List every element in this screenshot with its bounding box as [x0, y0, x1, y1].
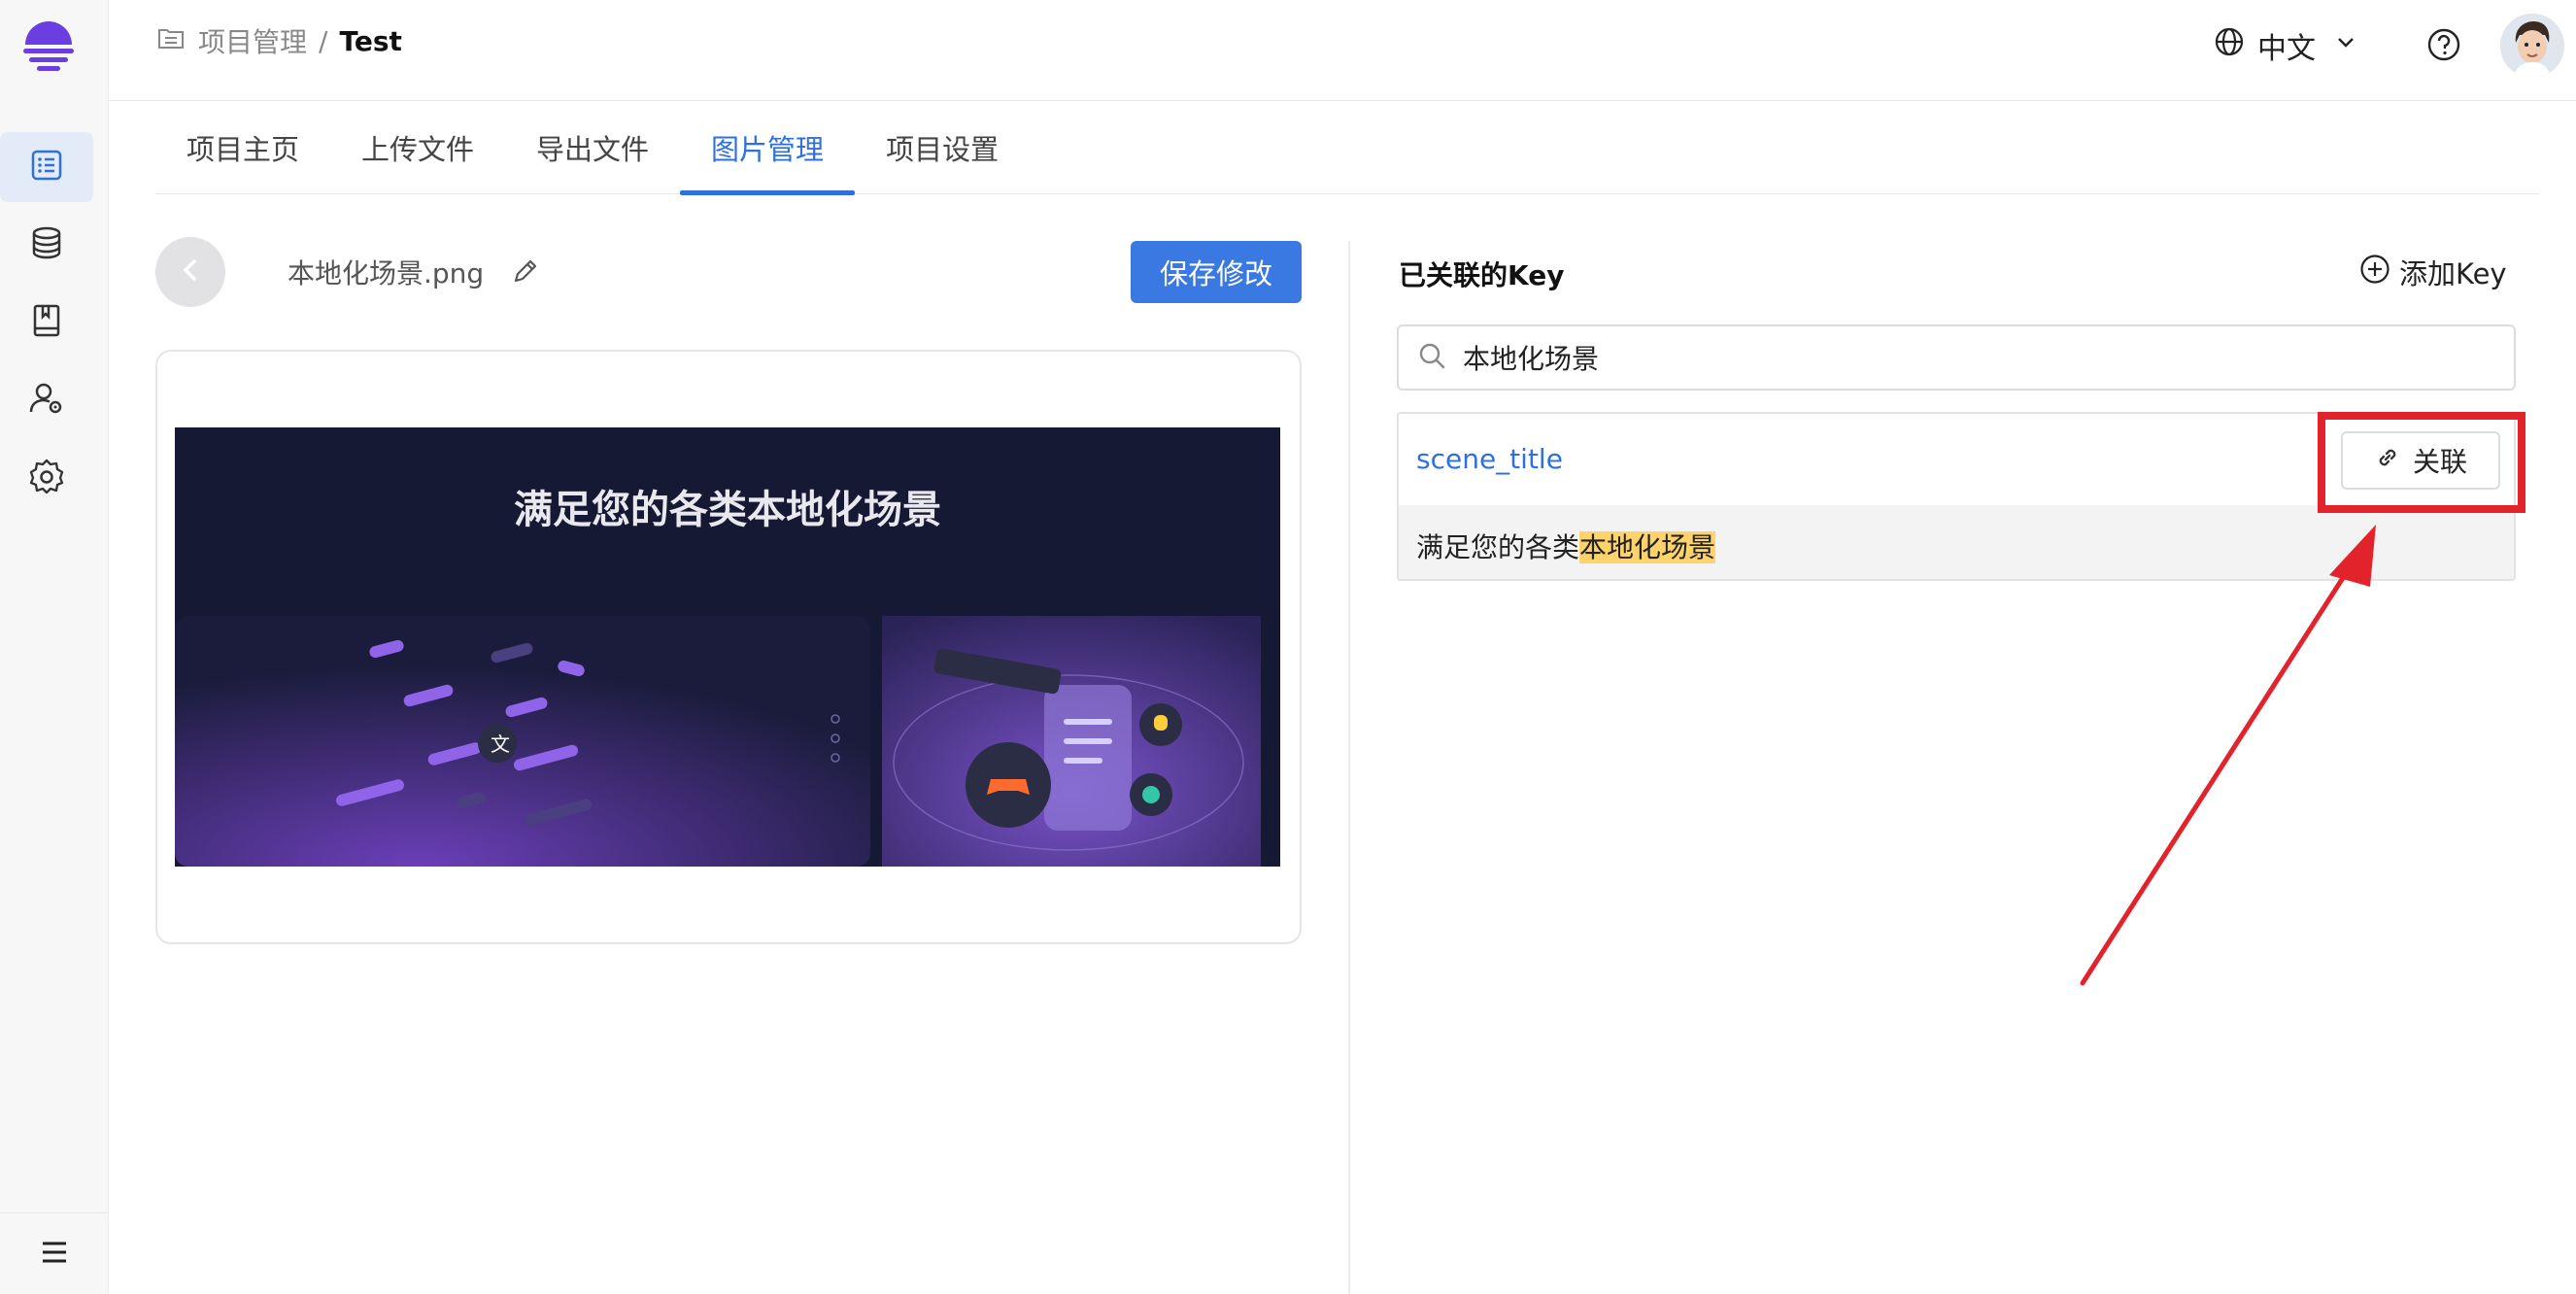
key-search-box[interactable] [1397, 324, 2516, 391]
sidebar-item-members[interactable] [0, 365, 93, 435]
sidebar-menu-toggle[interactable] [0, 1212, 109, 1294]
globe-icon [2213, 25, 2246, 66]
linked-keys-title: 已关联的Key [1399, 259, 1565, 291]
add-key-button[interactable]: 添加Key [2358, 253, 2507, 291]
key-search-input[interactable] [1463, 341, 2434, 374]
tab-bar: 项目主页 上传文件 导出文件 图片管理 项目设置 [155, 101, 2539, 195]
help-icon[interactable] [2424, 25, 2463, 64]
image-preview: 文 满足您的各类本地化场景 [175, 427, 1280, 867]
tab-project-home[interactable]: 项目主页 [155, 101, 330, 194]
image-file-name: 本地化场景.png [288, 257, 485, 289]
app-logo[interactable] [19, 17, 78, 76]
book-icon [27, 301, 66, 344]
panel-divider [1348, 241, 1350, 1294]
database-icon [27, 223, 66, 266]
sidebar-item-glossary[interactable] [0, 288, 93, 358]
chevron-down-icon [2333, 29, 2358, 63]
app-window: 项目管理 / Test 中文 项目主页 上传文件 导出文件 图片管理 项目设置 … [0, 0, 2576, 1294]
gear-icon [27, 457, 66, 499]
avatar[interactable] [2500, 14, 2564, 78]
folder-icon [155, 22, 186, 60]
file-list-icon [27, 146, 66, 188]
preview-title: 满足您的各类本地化场景 [514, 488, 941, 532]
chevron-left-icon [176, 255, 205, 289]
search-icon [1416, 340, 1447, 375]
sidebar-item-database[interactable] [0, 210, 93, 280]
language-label: 中文 [2257, 32, 2316, 66]
svg-text:文: 文 [491, 732, 510, 756]
sidebar [0, 0, 109, 1294]
tab-upload-files[interactable]: 上传文件 [330, 101, 505, 194]
breadcrumb: 项目管理 / Test [155, 19, 402, 62]
save-changes-button[interactable]: 保存修改 [1131, 241, 1302, 303]
top-header: 项目管理 / Test 中文 [109, 0, 2576, 101]
annotation-highlight-box [2318, 412, 2525, 513]
key-source-prefix: 满足您的各类 [1416, 531, 1580, 563]
tab-export-files[interactable]: 导出文件 [505, 101, 680, 194]
language-selector[interactable]: 中文 [2213, 25, 2358, 66]
key-name-link[interactable]: scene_title [1416, 443, 1563, 475]
pencil-icon[interactable] [509, 255, 542, 288]
menu-icon [35, 1233, 74, 1276]
tab-image-management[interactable]: 图片管理 [680, 101, 856, 195]
tab-project-settings[interactable]: 项目设置 [855, 101, 1030, 194]
breadcrumb-separator: / [319, 24, 328, 57]
key-source-text: 满足您的各类本地化场景 [1416, 527, 1716, 565]
sidebar-item-files[interactable] [0, 132, 93, 202]
user-settings-icon [27, 379, 66, 422]
back-button[interactable] [155, 237, 225, 307]
key-source-highlight: 本地化场景 [1579, 531, 1716, 563]
add-key-label: 添加Key [2399, 257, 2507, 290]
plus-circle-icon [2358, 253, 2399, 292]
breadcrumb-current: Test [339, 24, 402, 57]
breadcrumb-parent[interactable]: 项目管理 [198, 21, 307, 60]
sidebar-item-settings[interactable] [0, 443, 93, 513]
